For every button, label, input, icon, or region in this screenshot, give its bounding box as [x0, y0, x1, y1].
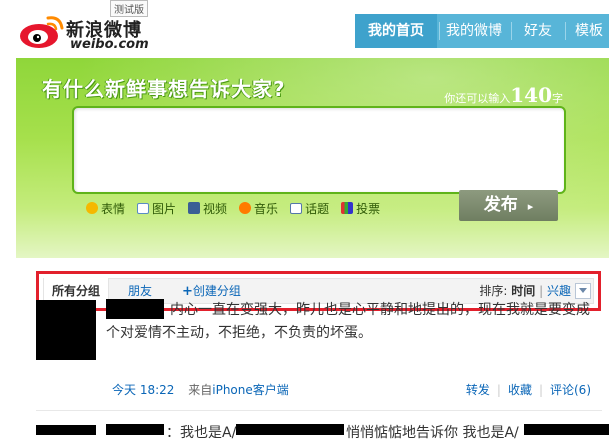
tool-label: 图片	[152, 201, 177, 216]
publish-button[interactable]: 发布 ▸	[459, 190, 558, 221]
nav-friends[interactable]: 好友	[515, 14, 561, 48]
avatar[interactable]	[36, 300, 96, 360]
publish-toolbar: 表情 图片 视频 音乐 话题 投票	[86, 199, 380, 217]
image-icon	[137, 202, 150, 214]
create-group-label: 创建分组	[192, 284, 241, 298]
publish-headline: 有什么新鲜事想告诉大家?	[42, 77, 286, 101]
counter-unit: 字	[552, 92, 563, 105]
post2-text-a: ：我也是A/	[166, 425, 237, 441]
tool-label: 表情	[101, 201, 126, 216]
logo-en-text: weibo.com	[70, 37, 149, 52]
smiley-icon	[86, 202, 98, 214]
main-nav: 我的首页 我的微博 好友 模板	[355, 14, 609, 48]
nav-divider	[511, 22, 512, 40]
sort-label: 排序:	[479, 284, 508, 298]
tool-label: 视频	[203, 201, 228, 216]
tool-music[interactable]: 音乐	[239, 199, 278, 217]
from-label: 来自	[188, 383, 213, 397]
tool-image[interactable]: 图片	[137, 199, 176, 217]
plus-icon: +	[182, 284, 193, 299]
post-textarea[interactable]	[72, 106, 566, 194]
topic-icon	[290, 202, 303, 214]
music-icon	[239, 202, 252, 214]
favorite-button[interactable]: 收藏	[508, 383, 532, 397]
redacted-nickname	[106, 424, 164, 435]
vote-icon	[341, 202, 354, 214]
top-bar: 新浪微博 weibo.com 测试版 我的首页 我的微博 好友 模板	[0, 0, 609, 58]
chevron-right-icon: ▸	[527, 200, 534, 213]
feed-divider	[36, 410, 602, 411]
sort-by-time[interactable]: 时间	[511, 284, 535, 298]
avatar[interactable]	[36, 425, 96, 435]
video-icon	[188, 202, 201, 214]
post-text: 内心一直在变强大，昨儿也是心平静和地提出的，现在我就是要变成个对爱情不主动，不拒…	[106, 299, 602, 345]
tool-label: 音乐	[254, 201, 279, 216]
post-source[interactable]: iPhone客户端	[212, 383, 289, 397]
nav-my-home[interactable]: 我的首页	[355, 14, 437, 48]
chevron-down-icon[interactable]	[575, 283, 591, 299]
tool-emoticon[interactable]: 表情	[86, 199, 125, 217]
post2-text-b: 悄悄惦惦地告诉你 我也是A/	[346, 425, 519, 441]
action-divider: |	[496, 383, 501, 397]
post-content: 内心一直在变强大，昨儿也是心平静和地提出的，现在我就是要变成个对爱情不主动，不拒…	[106, 302, 590, 341]
action-divider: |	[538, 383, 543, 397]
redacted-mention	[236, 424, 344, 435]
char-counter: 你还可以输入140字	[444, 83, 563, 107]
nav-templates[interactable]: 模板	[569, 14, 609, 48]
tool-label: 话题	[305, 201, 330, 216]
nav-divider	[439, 22, 440, 40]
post-actions: 转发 | 收藏 | 评论(6)	[466, 381, 591, 398]
publish-button-label: 发布	[483, 195, 518, 215]
sort-separator: |	[539, 284, 544, 298]
redacted-mention	[524, 424, 609, 435]
weibo-eye-icon	[20, 16, 64, 48]
post-time[interactable]: 今天 18:22	[112, 383, 174, 397]
tool-topic[interactable]: 话题	[290, 199, 329, 217]
nav-divider	[565, 22, 566, 40]
nav-my-weibo[interactable]: 我的微博	[441, 14, 507, 48]
tool-video[interactable]: 视频	[188, 199, 227, 217]
sort-by-interest[interactable]: 兴趣	[547, 284, 571, 298]
counter-number: 140	[510, 83, 552, 107]
comment-button[interactable]: 评论(6)	[550, 383, 591, 397]
counter-prefix: 你还可以输入	[444, 92, 511, 105]
repost-button[interactable]: 转发	[466, 383, 490, 397]
beta-badge: 测试版	[110, 0, 148, 17]
tool-label: 投票	[356, 201, 381, 216]
tool-vote[interactable]: 投票	[341, 199, 380, 217]
